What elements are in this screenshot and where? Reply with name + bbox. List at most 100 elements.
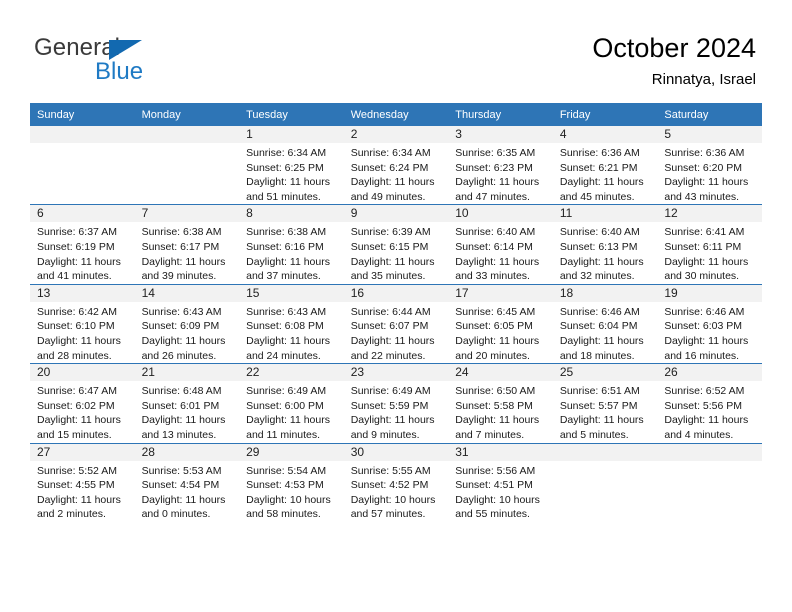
calendar-day-cell[interactable]: 21 Sunrise: 6:48 AM Sunset: 6:01 PM Dayligh… — [134, 363, 240, 443]
calendar-day-cell[interactable]: 15 Sunrise: 6:43 AM Sunset: 6:08 PM Dayligh… — [239, 283, 344, 364]
sunset-text: Sunset: 6:01 PM — [141, 399, 220, 412]
sunset-text: Sunset: 5:57 PM — [559, 399, 638, 412]
calendar-day-cell[interactable]: 6 Sunrise: 6:37 AM Sunset: 6:19 PM Daylight… — [30, 204, 135, 285]
sunset-text: Sunset: 6:07 PM — [350, 320, 429, 333]
daylight-text-line2: and 33 minutes. — [455, 270, 530, 283]
calendar-day-cell[interactable]: 3 Sunrise: 6:35 AM Sunset: 6:23 PM Daylight… — [448, 126, 553, 205]
calendar-day-cell[interactable]: 26 Sunrise: 6:52 AM Sunset: 5:56 PM Dayligh… — [657, 363, 762, 443]
daylight-text-line2: and 51 minutes. — [246, 190, 321, 203]
calendar-day-cell[interactable]: 7 Sunrise: 6:38 AM Sunset: 6:17 PM Daylight… — [134, 204, 240, 285]
sunrise-text: Sunrise: 6:36 AM — [559, 147, 640, 159]
day-details: Sunrise: 6:46 AM Sunset: 6:03 PM Daylight:… — [657, 302, 762, 363]
calendar-grid: Sunday Monday Tuesday Wednesday Thursday… — [30, 103, 762, 522]
daylight-text-line1: Daylight: 11 hours — [664, 255, 749, 268]
daylight-text-line2: and 45 minutes. — [559, 190, 635, 203]
calendar-day-cell[interactable]: 11 Sunrise: 6:40 AM Sunset: 6:13 PM Dayligh… — [552, 204, 658, 285]
calendar-day-cell[interactable]: 9 Sunrise: 6:39 AM Sunset: 6:15 PM Daylight… — [343, 204, 449, 285]
calendar-day-cell[interactable]: 2 Sunrise: 6:34 AM Sunset: 6:24 PM Daylight… — [343, 126, 449, 205]
day-number: 7 — [134, 205, 240, 223]
sunset-text: Sunset: 6:10 PM — [37, 320, 115, 333]
sunrise-text: Sunrise: 6:51 AM — [559, 385, 640, 398]
daylight-text-line1: Daylight: 11 hours — [246, 334, 330, 347]
calendar-day-cell[interactable]: 23 Sunrise: 6:49 AM Sunset: 5:59 PM Dayligh… — [343, 363, 449, 443]
calendar-day-cell[interactable]: 31 Sunrise: 5:56 AM Sunset: 4:51 PM Dayligh… — [448, 442, 553, 522]
day-number: 3 — [448, 126, 553, 143]
calendar-day-cell[interactable]: 12 Sunrise: 6:41 AM Sunset: 6:11 PM Dayligh… — [657, 204, 762, 285]
daylight-text-line1: Daylight: 11 hours — [455, 334, 540, 347]
daylight-text-line2: and 0 minutes. — [141, 508, 211, 521]
daylight-text-line1: Daylight: 11 hours — [37, 334, 121, 347]
daylight-text-line2: and 2 minutes. — [37, 508, 106, 521]
calendar-day-cell[interactable]: 14 Sunrise: 6:43 AM Sunset: 6:09 PM Dayligh… — [134, 283, 240, 364]
day-number: 26 — [657, 364, 762, 382]
day-details: Sunrise: 6:40 AM Sunset: 6:13 PM Daylight:… — [553, 222, 658, 283]
sunrise-text: Sunrise: 6:36 AM — [664, 147, 745, 159]
general-blue-logo[interactable]: General Blue — [34, 36, 234, 88]
calendar-day-cell[interactable]: 24 Sunrise: 6:50 AM Sunset: 5:58 PM Dayligh… — [448, 363, 553, 443]
day-details: Sunrise: 6:37 AM Sunset: 6:19 PM Daylight:… — [30, 222, 135, 283]
sunset-text: Sunset: 6:11 PM — [664, 240, 742, 253]
day-details: Sunrise: 6:48 AM Sunset: 6:01 PM Daylight:… — [135, 381, 240, 442]
daylight-text-line1: Daylight: 11 hours — [141, 255, 226, 268]
calendar-day-cell[interactable]: 13 Sunrise: 6:42 AM Sunset: 6:10 PM Dayligh… — [30, 283, 135, 364]
calendar-page: General Blue October 2024 Rinnatya, Isra… — [0, 0, 792, 612]
calendar-day-cell[interactable]: 22 Sunrise: 6:49 AM Sunset: 6:00 PM Dayligh… — [239, 363, 344, 443]
sunrise-text: Sunrise: 6:40 AM — [559, 226, 640, 239]
sunrise-text: Sunrise: 6:41 AM — [664, 226, 745, 239]
calendar-day-cell[interactable]: 1 Sunrise: 6:34 AM Sunset: 6:25 PM Daylight… — [239, 126, 344, 205]
sunrise-text: Sunrise: 6:47 AM — [37, 385, 117, 398]
day-number: 27 — [30, 443, 135, 461]
day-number: 1 — [239, 126, 344, 143]
daylight-text-line1: Daylight: 11 hours — [664, 414, 749, 427]
daylight-text-line2: and 30 minutes. — [664, 270, 740, 283]
day-details: Sunrise: 5:52 AM Sunset: 4:55 PM Daylight:… — [30, 461, 135, 522]
sunrise-text: Sunrise: 6:34 AM — [350, 147, 431, 159]
sunrise-text: Sunrise: 6:50 AM — [455, 385, 536, 398]
daylight-text-line1: Daylight: 11 hours — [455, 255, 540, 268]
calendar-day-cell[interactable]: 4 Sunrise: 6:36 AM Sunset: 6:21 PM Daylight… — [552, 126, 658, 205]
calendar-day-cell[interactable]: 5 Sunrise: 6:36 AM Sunset: 6:20 PM Daylight… — [657, 126, 762, 205]
daylight-text-line1: Daylight: 11 hours — [664, 176, 749, 189]
sunrise-text: Sunrise: 6:34 AM — [246, 147, 327, 159]
daylight-text-line1: Daylight: 11 hours — [559, 255, 644, 268]
daylight-text-line2: and 41 minutes. — [37, 270, 112, 283]
sunset-text: Sunset: 4:53 PM — [246, 479, 324, 492]
daylight-text-line1: Daylight: 11 hours — [37, 493, 121, 506]
calendar-day-cell[interactable]: 27 Sunrise: 5:52 AM Sunset: 4:55 PM Dayligh… — [30, 442, 135, 522]
day-number: 21 — [134, 364, 240, 382]
sunset-text: Sunset: 4:52 PM — [350, 479, 429, 492]
calendar-day-cell[interactable]: 28 Sunrise: 5:53 AM Sunset: 4:54 PM Dayligh… — [134, 442, 240, 522]
daylight-text-line2: and 35 minutes. — [350, 270, 426, 283]
day-details: Sunrise: 6:40 AM Sunset: 6:14 PM Daylight:… — [448, 222, 553, 283]
daylight-text-line2: and 28 minutes. — [37, 349, 112, 362]
sunset-text: Sunset: 4:51 PM — [455, 479, 533, 492]
calendar-day-cell[interactable]: 20 Sunrise: 6:47 AM Sunset: 6:02 PM Dayligh… — [30, 363, 135, 443]
day-number: 18 — [552, 284, 658, 302]
sunset-text: Sunset: 6:20 PM — [664, 161, 743, 174]
calendar-day-cell[interactable]: 25 Sunrise: 6:51 AM Sunset: 5:57 PM Dayligh… — [552, 363, 658, 443]
daylight-text-line1: Daylight: 11 hours — [559, 176, 644, 189]
daylight-text-line2: and 7 minutes. — [455, 428, 525, 441]
day-details: Sunrise: 6:38 AM Sunset: 6:16 PM Daylight:… — [239, 222, 344, 283]
daylight-text-line2: and 16 minutes. — [664, 349, 740, 362]
calendar-day-cell[interactable]: 16 Sunrise: 6:44 AM Sunset: 6:07 PM Dayligh… — [343, 283, 449, 364]
sunset-text: Sunset: 6:23 PM — [455, 161, 533, 174]
day-number: 13 — [30, 284, 135, 302]
calendar-day-cell[interactable]: 8 Sunrise: 6:38 AM Sunset: 6:16 PM Daylight… — [239, 204, 344, 285]
daylight-text-line2: and 15 minutes. — [37, 428, 112, 441]
day-details: Sunrise: 6:42 AM Sunset: 6:10 PM Daylight:… — [30, 302, 135, 363]
calendar-day-cell[interactable]: 29 Sunrise: 5:54 AM Sunset: 4:53 PM Dayligh… — [239, 442, 344, 522]
sunset-text: Sunset: 6:25 PM — [246, 161, 324, 174]
calendar-day-cell[interactable]: 17 Sunrise: 6:45 AM Sunset: 6:05 PM Dayligh… — [448, 283, 553, 364]
daylight-text-line2: and 26 minutes. — [141, 349, 217, 362]
calendar-week-row: 1 Sunrise: 6:34 AM Sunset: 6:25 PM Daylight… — [30, 126, 762, 205]
daylight-text-line1: Daylight: 11 hours — [141, 414, 226, 427]
calendar-day-cell[interactable]: 30 Sunrise: 5:55 AM Sunset: 4:52 PM Dayligh… — [343, 442, 449, 522]
calendar-day-cell[interactable]: 10 Sunrise: 6:40 AM Sunset: 6:14 PM Dayligh… — [448, 204, 553, 285]
daylight-text-line2: and 37 minutes. — [246, 270, 321, 283]
daylight-text-line2: and 55 minutes. — [455, 508, 530, 521]
calendar-day-cell[interactable]: 19 Sunrise: 6:46 AM Sunset: 6:03 PM Dayligh… — [657, 283, 762, 364]
calendar-day-cell[interactable]: 18 Sunrise: 6:46 AM Sunset: 6:04 PM Dayligh… — [552, 283, 658, 364]
sunset-text: Sunset: 6:04 PM — [559, 320, 638, 333]
daylight-text-line1: Daylight: 10 hours — [455, 493, 540, 506]
